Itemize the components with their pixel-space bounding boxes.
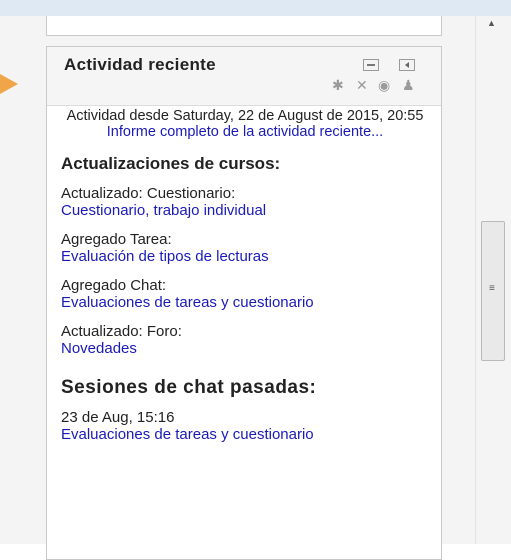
update-item: Agregado Tarea: Evaluación de tipos de l… xyxy=(61,231,429,265)
vertical-scrollbar[interactable]: ▲ ≡ xyxy=(475,16,511,544)
chat-session-date: 23 de Aug, 15:16 xyxy=(61,409,175,426)
dock-left-icon[interactable] xyxy=(399,59,415,71)
recent-activity-block: Actividad reciente ✱ ✕ ◉ ♟ Actividad des… xyxy=(46,46,442,560)
update-item: Actualizado: Foro: Novedades xyxy=(61,323,429,357)
update-item: Agregado Chat: Evaluaciones de tareas y … xyxy=(61,277,429,311)
block-header: Actividad reciente ✱ ✕ ◉ ♟ xyxy=(47,47,441,106)
dock-arrow-icon[interactable] xyxy=(0,74,18,94)
block-region: Actividad reciente ✱ ✕ ◉ ♟ Actividad des… xyxy=(0,16,475,560)
update-label: Actualizado: Foro: xyxy=(61,323,182,340)
eye-icon[interactable]: ◉ xyxy=(378,77,390,93)
close-icon[interactable]: ✕ xyxy=(356,77,368,93)
activity-since-text: Actividad desde Saturday, 22 de August d… xyxy=(61,108,429,140)
block-title: Actividad reciente xyxy=(64,55,216,74)
update-label: Agregado Chat: xyxy=(61,277,167,294)
full-report-link[interactable]: Informe completo de la actividad recient… xyxy=(61,124,429,140)
update-label: Actualizado: Cuestionario: xyxy=(61,185,236,202)
scroll-up-arrow-icon[interactable]: ▲ xyxy=(487,18,496,28)
update-link[interactable]: Cuestionario, trabajo individual xyxy=(61,202,429,219)
block-content: Actividad desde Saturday, 22 de August d… xyxy=(61,105,429,443)
minus-box-icon[interactable] xyxy=(363,59,379,71)
update-link[interactable]: Evaluaciones de tareas y cuestionario xyxy=(61,294,429,311)
course-updates-heading: Actualizaciones de cursos: xyxy=(61,154,281,173)
update-link[interactable]: Evaluación de tipos de lecturas xyxy=(61,248,429,265)
update-label: Agregado Tarea: xyxy=(61,231,172,248)
update-item: Actualizado: Cuestionario: Cuestionario,… xyxy=(61,185,429,219)
activity-since-label: Actividad desde Saturday, 22 de August d… xyxy=(66,108,424,124)
gear-icon[interactable]: ✱ xyxy=(332,77,344,93)
person-plus-icon[interactable]: ♟ xyxy=(402,77,415,93)
top-strip xyxy=(0,0,511,16)
chat-session-link[interactable]: Evaluaciones de tareas y cuestionario xyxy=(61,426,429,443)
chat-session-item: 23 de Aug, 15:16 Evaluaciones de tareas … xyxy=(61,409,429,443)
grip-icon: ≡ xyxy=(489,283,495,294)
previous-block-bottom xyxy=(46,16,442,36)
scrollbar-thumb[interactable]: ≡ xyxy=(481,221,505,361)
update-link[interactable]: Novedades xyxy=(61,340,429,357)
chat-sessions-heading: Sesiones de chat pasadas: xyxy=(61,377,317,398)
